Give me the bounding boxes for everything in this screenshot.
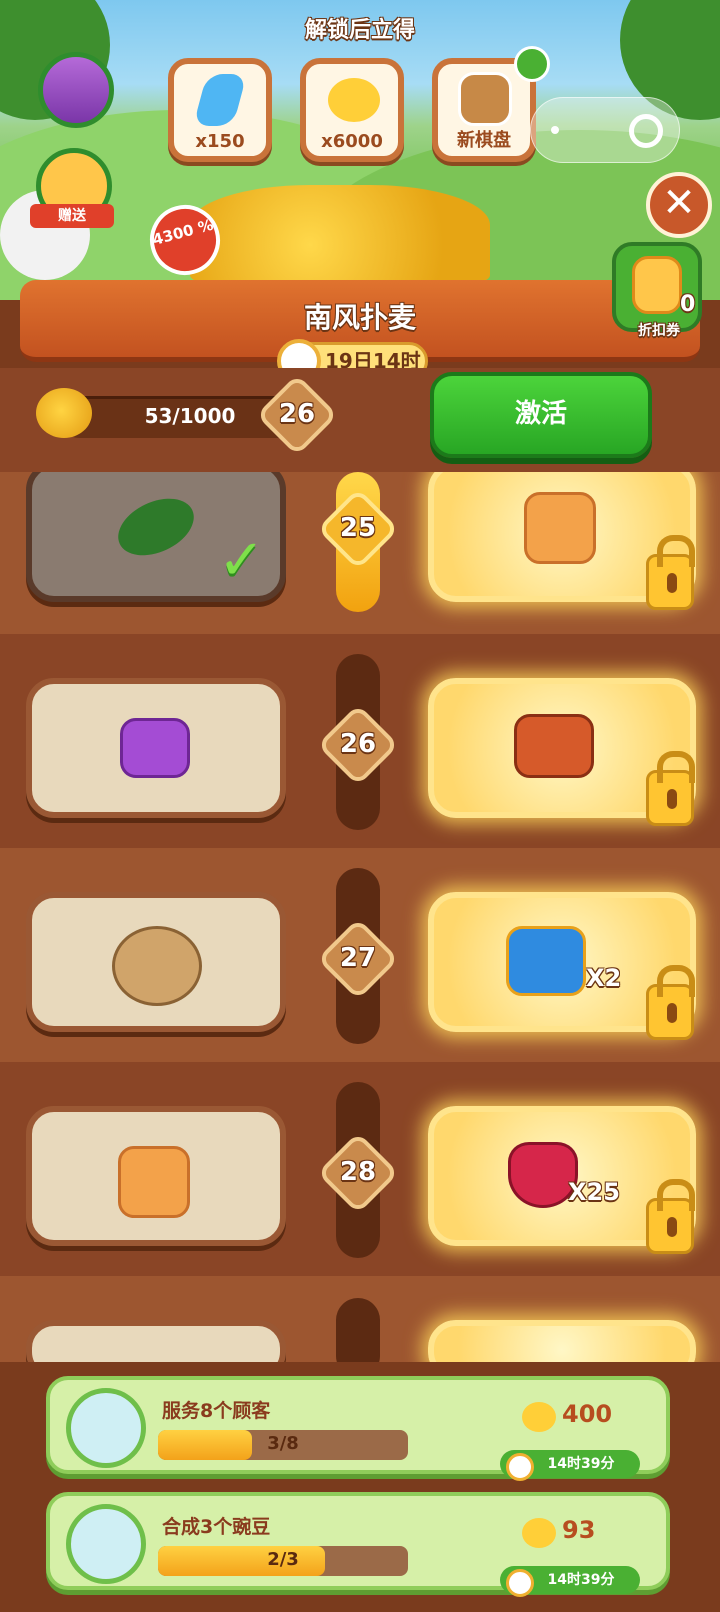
coupon-count: 0 bbox=[680, 292, 696, 317]
task-timer: 14时39分 bbox=[500, 1450, 640, 1481]
task-reward: 93 bbox=[562, 1516, 596, 1544]
premium-reward-card-27[interactable]: X2 bbox=[428, 892, 696, 1040]
coupon-icon bbox=[632, 256, 682, 314]
premium-reward-card-25[interactable] bbox=[428, 472, 696, 610]
bee-icon bbox=[36, 388, 92, 438]
task-progress-text: 3/8 bbox=[267, 1433, 299, 1454]
premium-reward-card-28[interactable]: X25 bbox=[428, 1106, 696, 1254]
activate-button[interactable]: 激活 bbox=[430, 372, 652, 458]
unlock-title: 解锁后立得 bbox=[304, 18, 415, 43]
task-reward: 400 bbox=[562, 1400, 613, 1428]
free-reward-card-25[interactable]: ✓ bbox=[26, 472, 286, 602]
mystery-box-icon bbox=[524, 492, 596, 564]
level-track-next bbox=[336, 1298, 380, 1362]
lock-icon bbox=[646, 751, 695, 826]
free-reward-card-26[interactable] bbox=[26, 678, 286, 818]
board-icon bbox=[458, 72, 512, 126]
more-icon bbox=[551, 126, 559, 134]
farmer-avatar bbox=[66, 1388, 146, 1468]
lock-icon bbox=[646, 535, 695, 610]
task-progress-text: 2/3 bbox=[267, 1549, 299, 1570]
premium-reward-card-26[interactable] bbox=[428, 678, 696, 826]
gift-label: 赠送 bbox=[30, 204, 114, 228]
purple-box-icon bbox=[120, 718, 190, 778]
lock-icon bbox=[646, 965, 695, 1040]
bee-icon bbox=[328, 78, 380, 122]
free-reward-card-next bbox=[26, 1320, 286, 1362]
claimed-check-icon: ✓ bbox=[218, 528, 265, 593]
level-number: 26 bbox=[339, 729, 377, 759]
task-panel: 服务8个顾客 3/8 400 14时39分 合成3个豌豆 2/3 93 14时3… bbox=[0, 1362, 720, 1612]
fish-basket-icon bbox=[112, 926, 202, 1006]
search-icon[interactable] bbox=[514, 46, 550, 82]
mini-program-capsule[interactable] bbox=[530, 97, 680, 163]
task-title: 合成3个豌豆 bbox=[162, 1516, 271, 1538]
mystery-chest-button[interactable] bbox=[38, 52, 114, 128]
lightning-icon bbox=[193, 74, 247, 126]
blue-chest-icon bbox=[506, 926, 586, 996]
reward-multiplier: X2 bbox=[586, 964, 622, 992]
mystery-box-icon bbox=[118, 1146, 190, 1218]
free-reward-card-28[interactable] bbox=[26, 1106, 286, 1246]
task-card[interactable]: 合成3个豌豆 2/3 93 14时39分 bbox=[46, 1492, 670, 1597]
cucumber-icon bbox=[109, 487, 203, 567]
task-timer: 14时39分 bbox=[500, 1566, 640, 1597]
bee-progress-text: 53/1000 bbox=[144, 404, 236, 428]
reward-label: x150 bbox=[195, 131, 245, 152]
reward-track: ✓ 25 26 27 X2 28 X25 bbox=[0, 472, 720, 1362]
discount-coupon-button[interactable] bbox=[612, 242, 702, 332]
treasure-chest-icon bbox=[514, 714, 594, 778]
level-number: 25 bbox=[339, 513, 377, 543]
reward-multiplier: X25 bbox=[568, 1178, 620, 1206]
close-icon[interactable]: ✕ bbox=[646, 172, 712, 238]
premium-reward-card-next bbox=[428, 1320, 696, 1362]
task-title: 服务8个顾客 bbox=[162, 1400, 271, 1422]
reward-card-energy[interactable]: x150 bbox=[168, 58, 272, 162]
reward-label: 新棋盘 bbox=[457, 130, 511, 151]
exit-circle-icon bbox=[629, 114, 663, 148]
reward-label: x6000 bbox=[321, 131, 383, 152]
bee-icon bbox=[522, 1402, 556, 1432]
bee-icon bbox=[522, 1518, 556, 1548]
coupon-label: 折扣券 bbox=[638, 323, 680, 339]
task-progress-bar: 3/8 bbox=[158, 1430, 408, 1460]
free-reward-card-27[interactable] bbox=[26, 892, 286, 1032]
lock-icon bbox=[646, 1179, 695, 1254]
task-progress-bar: 2/3 bbox=[158, 1546, 408, 1576]
level-number: 28 bbox=[339, 1157, 377, 1187]
level-number: 27 bbox=[339, 943, 377, 973]
task-card[interactable]: 服务8个顾客 3/8 400 14时39分 bbox=[46, 1376, 670, 1481]
current-level-number: 26 bbox=[278, 399, 316, 429]
coin-loot-pile bbox=[190, 185, 490, 285]
pea-pod-icon bbox=[66, 1504, 146, 1584]
reward-card-bee[interactable]: x6000 bbox=[300, 58, 404, 162]
